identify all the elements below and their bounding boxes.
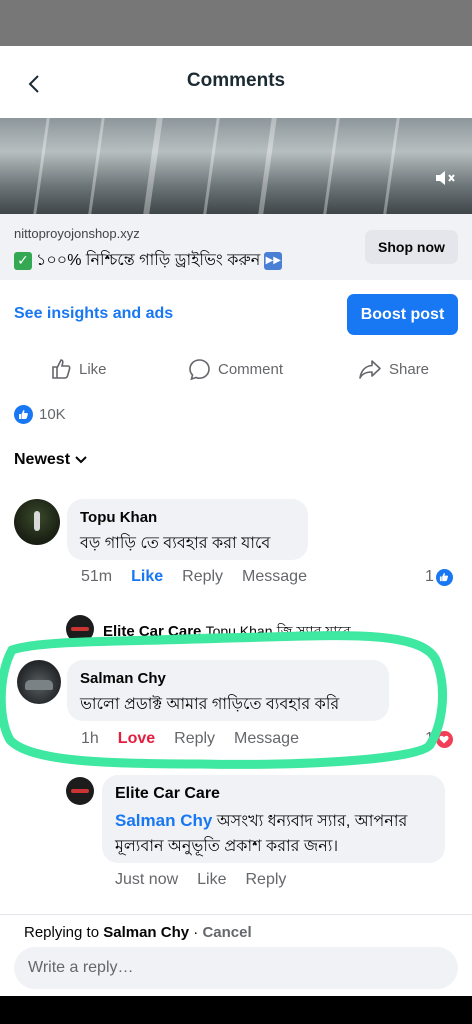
- status-bar: [0, 0, 472, 46]
- sort-dropdown[interactable]: Newest: [14, 451, 87, 469]
- ad-headline: ✓ ১০০% নিশ্চিন্তে গাড়ি ড্রাইভিং করুন ▶▶: [14, 247, 283, 274]
- comment-meta: 1h Love Reply Message: [81, 730, 318, 748]
- reply-button[interactable]: Reply: [174, 730, 215, 748]
- reply-meta: Just now Like Reply: [115, 871, 305, 889]
- comments-header: Comments: [0, 46, 472, 118]
- like-label: Like: [79, 360, 107, 378]
- shop-now-button[interactable]: Shop now: [365, 230, 458, 264]
- message-button[interactable]: Message: [234, 730, 299, 748]
- comment-meta: 51m Like Reply Message: [81, 568, 326, 586]
- ad-video[interactable]: [0, 118, 472, 214]
- avatar[interactable]: [17, 660, 61, 704]
- comment-reaction-count[interactable]: 1: [425, 568, 453, 586]
- reply-text: জ্বি স্যার যাবে: [276, 623, 351, 639]
- reply-text-line1: Salman Chy অসংখ্য ধন্যবাদ স্যার, আপনার: [115, 808, 407, 835]
- page-avatar[interactable]: [66, 615, 94, 643]
- replying-target: Salman Chy: [103, 924, 190, 941]
- reply-author: Elite Car Care: [103, 623, 202, 640]
- comment-text: ভালো প্রডাক্ট আমার গাড়িতে ব্যবহার করি: [80, 696, 340, 713]
- reactions-count: 10K: [39, 406, 66, 423]
- collapsed-reply[interactable]: Elite Car Care Topu Khan জ্বি স্যার যাবে: [103, 620, 351, 644]
- share-action[interactable]: Share: [358, 358, 429, 380]
- sort-label: Newest: [14, 451, 71, 468]
- ad-cta-bar[interactable]: nittoproyojonshop.xyz ✓ ১০০% নিশ্চিন্তে …: [0, 214, 472, 280]
- reply-button[interactable]: Reply: [182, 568, 223, 586]
- comment-text: বড় গাড়ি তে ব্যবহার করা যাবে: [80, 535, 271, 552]
- comment-author[interactable]: Salman Chy: [80, 670, 166, 687]
- comment-bubble-icon: [189, 359, 210, 381]
- thumbs-up-icon: [52, 359, 71, 379]
- insights-link[interactable]: See insights and ads: [14, 305, 173, 323]
- comment-label: Comment: [218, 361, 284, 378]
- share-arrow-icon: [359, 360, 381, 379]
- heart-icon: [435, 730, 453, 748]
- comment-time: 51m: [81, 568, 113, 585]
- reaction-count-value: 1: [425, 568, 434, 585]
- replying-prefix: Replying to: [24, 924, 100, 941]
- speaker-muted-icon: [436, 171, 455, 185]
- reactions-summary[interactable]: 10K: [14, 405, 66, 424]
- comment-bubble: Salman Chy ভালো প্রডাক্ট আমার গাড়িতে ব্…: [67, 660, 389, 721]
- like-action[interactable]: Like: [50, 358, 107, 380]
- reply-mention: Topu Khan: [205, 623, 273, 639]
- reply-text: অসংখ্য ধন্যবাদ স্যার, আপনার: [216, 813, 408, 830]
- comment-reaction-count[interactable]: 1: [425, 730, 453, 748]
- like-button[interactable]: Like: [131, 568, 163, 586]
- page-avatar[interactable]: [66, 777, 94, 805]
- reply-composer: Replying to Salman Chy · Cancel Write a …: [0, 914, 472, 997]
- system-nav-bar: [0, 996, 472, 1024]
- replying-to-note: Replying to Salman Chy · Cancel: [24, 924, 252, 941]
- comment-bubble: Topu Khan বড় গাড়ি তে ব্যবহার করা যাবে: [67, 499, 308, 560]
- share-label: Share: [389, 360, 430, 378]
- comment-author[interactable]: Topu Khan: [80, 509, 157, 526]
- mute-button[interactable]: [432, 164, 460, 192]
- boost-post-button[interactable]: Boost post: [347, 294, 458, 335]
- separator: ·: [189, 924, 203, 941]
- reply-input[interactable]: Write a reply…: [14, 947, 458, 989]
- reply-mention[interactable]: Salman Chy: [115, 811, 212, 830]
- page-title: Comments: [186, 70, 286, 91]
- love-button[interactable]: Love: [118, 730, 155, 748]
- cancel-reply-button[interactable]: Cancel: [202, 924, 251, 941]
- post-actions-bar: Like Comment Share: [0, 352, 472, 390]
- reaction-count-value: 1: [425, 730, 434, 747]
- reply-button[interactable]: Reply: [246, 871, 287, 889]
- reply-time: Just now: [115, 871, 179, 888]
- reply-author[interactable]: Elite Car Care: [115, 785, 220, 803]
- message-button[interactable]: Message: [242, 568, 307, 586]
- fast-forward-icon: ▶▶: [264, 251, 283, 270]
- like-reaction-icon: [14, 405, 33, 424]
- chevron-down-icon: [75, 456, 87, 464]
- like-reaction-icon: [435, 568, 453, 586]
- like-button[interactable]: Like: [197, 871, 226, 889]
- comment-action[interactable]: Comment: [188, 358, 283, 381]
- reply-placeholder: Write a reply…: [28, 959, 134, 976]
- comment-time: 1h: [81, 730, 99, 747]
- ad-headline-text: ১০০% নিশ্চিন্তে গাড়ি ড্রাইভিং করুন: [36, 252, 261, 269]
- check-mark-icon: ✓: [14, 251, 32, 270]
- reply-text-line2: মূল্যবান অনুভূতি প্রকাশ করার জন্য।: [115, 838, 339, 855]
- avatar[interactable]: [14, 499, 60, 545]
- ad-domain: nittoproyojonshop.xyz: [14, 226, 140, 241]
- reply-bubble: Elite Car Care Salman Chy অসংখ্য ধন্যবাদ…: [102, 775, 445, 863]
